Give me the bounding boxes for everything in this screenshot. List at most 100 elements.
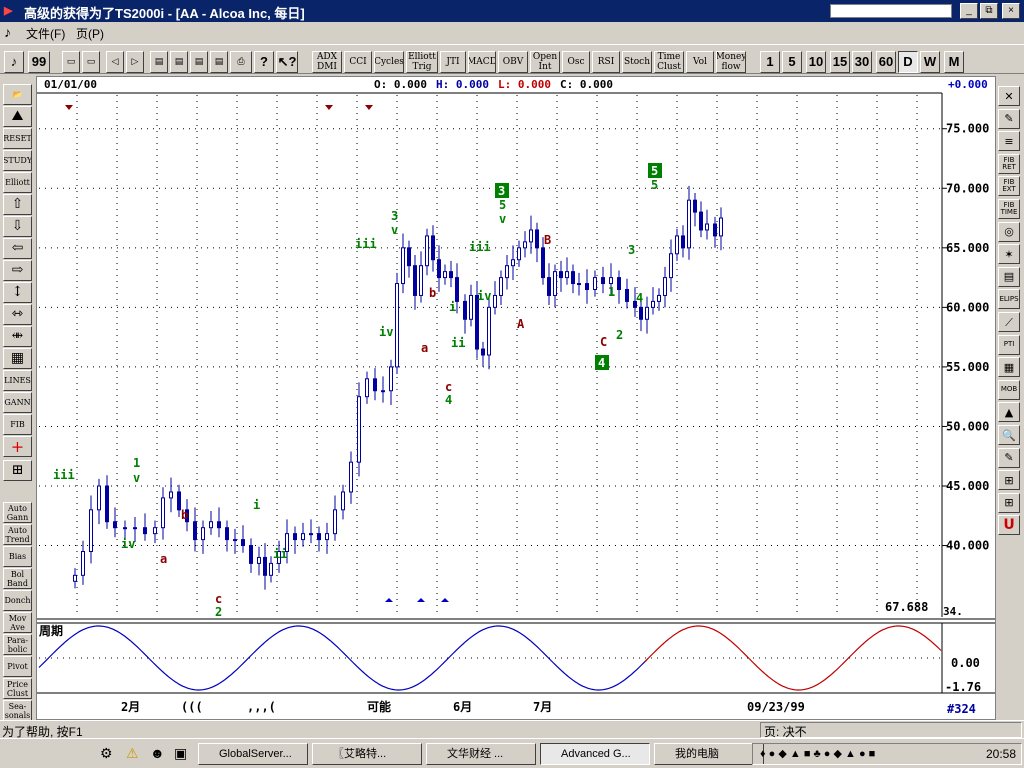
right-tool-button[interactable]: ✶ [998, 244, 1020, 265]
study-button[interactable]: Para-bolic [3, 634, 32, 655]
taskbar-item[interactable]: 文华财经 ... [426, 743, 536, 765]
open-page-button[interactable]: ▭ [82, 51, 100, 73]
nav-forward-button[interactable]: ▷ [126, 51, 144, 73]
taskbar-item[interactable]: 我的电脑 [654, 743, 764, 765]
left-tool-button[interactable]: Elliott [3, 172, 32, 193]
quicklaunch-icon[interactable]: ⚙ [100, 745, 113, 762]
left-tool-button[interactable]: + [3, 436, 32, 457]
left-tool-button[interactable]: RESET [3, 128, 32, 149]
study-button[interactable]: Auto Trend [3, 524, 32, 545]
left-tool-button[interactable]: STUDY [3, 150, 32, 171]
study-button[interactable]: Mov Ave [3, 612, 32, 633]
right-tool-button[interactable]: ✎ [998, 108, 1020, 129]
indicator-button[interactable]: Money flow [716, 51, 746, 73]
indicator-button[interactable]: OBV [498, 51, 528, 73]
help-icon[interactable]: ? [254, 51, 274, 73]
grid-button[interactable]: ▤ [210, 51, 228, 73]
period-button[interactable]: 1 [760, 51, 780, 73]
layout-button[interactable]: ▤ [190, 51, 208, 73]
period-button[interactable]: 60 [876, 51, 896, 73]
period-button[interactable]: D [898, 51, 918, 73]
indicator-button[interactable]: Osc [562, 51, 590, 73]
left-tool-button[interactable]: ⇩ [3, 216, 32, 237]
right-tool-button[interactable]: PTI [998, 334, 1020, 355]
period-button[interactable]: M [944, 51, 964, 73]
title-edit-box[interactable] [830, 4, 952, 18]
right-tool-button[interactable]: MOB [998, 379, 1020, 400]
study-button[interactable]: Donch [3, 590, 32, 611]
left-tool-button[interactable]: ⇿ [3, 304, 32, 325]
study-button[interactable]: Price Clust [3, 678, 32, 699]
study-button[interactable]: Sea-sonals [3, 700, 32, 721]
left-tool-button[interactable]: FIB [3, 414, 32, 435]
indicator-button[interactable]: Elliott Trig [406, 51, 438, 73]
study-button[interactable]: Bias [3, 546, 32, 567]
alien-icon[interactable]: ☻ [150, 745, 165, 761]
right-tool-button[interactable]: ⊞ [998, 492, 1020, 513]
left-tool-button[interactable]: LINES [3, 370, 32, 391]
right-tool-button[interactable]: ≡ [998, 131, 1020, 152]
study-button[interactable]: Pivot [3, 656, 32, 677]
left-tool-button[interactable]: ▦ [3, 348, 32, 369]
taskbar-item[interactable]: Advanced G... [540, 743, 650, 765]
indicator-button[interactable]: CCI [344, 51, 372, 73]
left-tool-button[interactable]: ⊞ [3, 460, 32, 481]
context-help-icon[interactable]: ↖? [276, 51, 298, 73]
indicator-button[interactable]: Time Clust [654, 51, 684, 73]
right-tool-button[interactable]: ELIPS [998, 289, 1020, 310]
tray-icons[interactable]: ♦ ● ◆ ▲ ■ ♣ ● ◆ ▲ ● ■ [760, 747, 875, 760]
period-button[interactable]: 5 [782, 51, 802, 73]
desktop-icon[interactable]: ▣ [174, 745, 187, 762]
left-tool-button[interactable]: GANN [3, 392, 32, 413]
copy-button[interactable]: ▤ [150, 51, 168, 73]
left-tool-button[interactable]: ⇨ [3, 260, 32, 281]
study-button[interactable]: Bol Band [3, 568, 32, 589]
right-tool-button[interactable]: FIB RET [998, 153, 1020, 174]
cursor-tool-button[interactable]: ♪ [4, 51, 24, 73]
indicator-button[interactable]: Vol [686, 51, 714, 73]
right-tool-button[interactable]: FIB EXT [998, 176, 1020, 197]
indicator-button[interactable]: Open Int [530, 51, 560, 73]
indicator-button[interactable]: RSI [592, 51, 620, 73]
right-tool-button[interactable]: ✕ [998, 86, 1020, 106]
right-tool-button[interactable]: ✎ [998, 447, 1020, 468]
warning-icon[interactable]: ⚠ [126, 745, 139, 762]
menu-file[interactable]: 文件(F) [26, 25, 65, 42]
left-tool-button[interactable]: 📂 [3, 84, 32, 105]
left-tool-button[interactable]: ⛰ [3, 106, 32, 127]
paste-button[interactable]: ▤ [170, 51, 188, 73]
quote-tool-button[interactable]: 99 [28, 51, 50, 73]
left-tool-button[interactable]: ⇦ [3, 238, 32, 259]
period-button[interactable]: 30 [852, 51, 872, 73]
print-icon[interactable]: ⎙ [230, 51, 252, 73]
left-tool-button[interactable]: ⇼ [3, 326, 32, 347]
right-tool-button[interactable]: 🔍 [998, 425, 1020, 445]
right-tool-button[interactable]: ▤ [998, 266, 1020, 287]
right-tool-button[interactable]: ▦ [998, 357, 1020, 378]
chart-canvas[interactable]: 75.000 70.000 65.000 60.000 55.000 50.000 45.0… [37, 77, 995, 719]
right-tool-button[interactable]: ⊞ [998, 470, 1020, 491]
period-button[interactable]: W [920, 51, 940, 73]
nav-back-button[interactable]: ◁ [106, 51, 124, 73]
menu-page[interactable]: 页(P) [76, 25, 104, 42]
left-tool-button[interactable]: ⇧ [3, 194, 32, 215]
study-button[interactable]: Auto Gann [3, 502, 32, 523]
indicator-button[interactable]: ADX DMI [312, 51, 342, 73]
right-tool-button[interactable]: ◎ [998, 221, 1020, 242]
indicator-button[interactable]: Cycles [374, 51, 404, 73]
close-button[interactable]: × [1002, 3, 1020, 19]
period-button[interactable]: 15 [830, 51, 850, 73]
new-page-button[interactable]: ▭ [62, 51, 80, 73]
right-tool-button[interactable]: U [998, 515, 1020, 536]
right-tool-button[interactable]: ▲ [998, 402, 1020, 423]
period-button[interactable]: 10 [806, 51, 826, 73]
taskbar-item[interactable]: 〖艾略特... [312, 743, 422, 765]
right-tool-button[interactable]: ⟋ [998, 312, 1020, 332]
taskbar-item[interactable]: GlobalServer... [198, 743, 308, 765]
minimize-button[interactable]: _ [960, 3, 978, 19]
right-tool-button[interactable]: FIB TIME [998, 199, 1020, 219]
indicator-button[interactable]: Stoch [622, 51, 652, 73]
indicator-button[interactable]: MACD [468, 51, 496, 73]
left-tool-button[interactable]: ↕ [3, 282, 32, 303]
indicator-button[interactable]: JTI [440, 51, 466, 73]
